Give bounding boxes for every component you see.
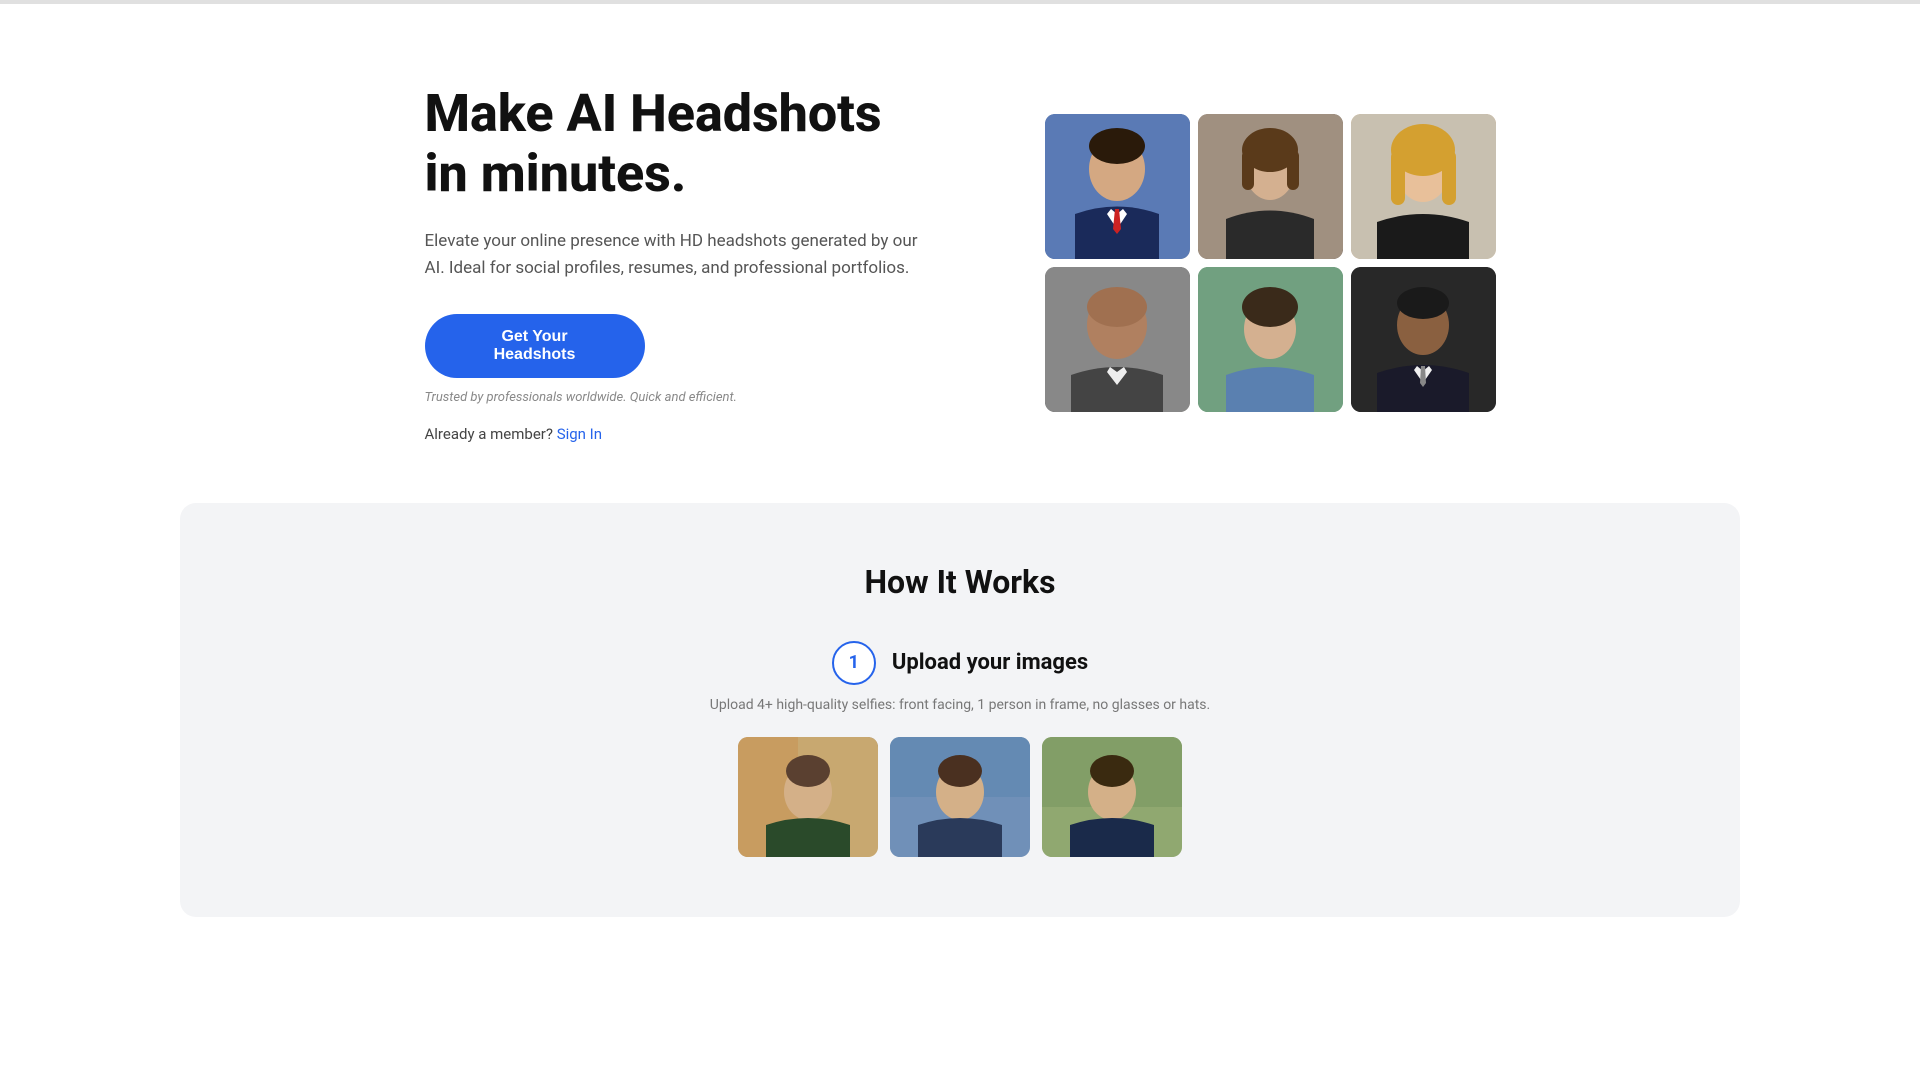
hero-left-content: Make AI Headshots in minutes. Elevate yo… [425,84,925,443]
hero-title: Make AI Headshots in minutes. [425,84,925,204]
sign-in-link[interactable]: Sign In [557,425,602,443]
headshot-image-6 [1351,267,1496,412]
headshot-image-3 [1351,114,1496,259]
step-1-title: Upload your images [892,650,1088,675]
step-1-description: Upload 4+ high-quality selfies: front fa… [710,697,1210,713]
trusted-text: Trusted by professionals worldwide. Quic… [425,390,925,405]
how-it-works-title: How It Works [260,563,1660,601]
how-it-works-section: How It Works 1 Upload your images Upload… [180,503,1740,917]
headshot-image-4 [1045,267,1190,412]
headshot-grid [1045,114,1496,412]
step-1-number: 1 [832,641,876,685]
sample-images-row [738,737,1182,857]
already-member-text: Already a member? [425,425,553,443]
sample-image-3 [1042,737,1182,857]
step-1: 1 Upload your images Upload 4+ high-qual… [260,641,1660,857]
headshot-image-1 [1045,114,1190,259]
step-1-header: 1 Upload your images [832,641,1088,685]
get-headshots-button[interactable]: Get Your Headshots [425,314,645,378]
sample-image-2 [890,737,1030,857]
hero-section: Make AI Headshots in minutes. Elevate yo… [0,4,1920,503]
sign-in-row: Already a member? Sign In [425,425,925,443]
headshot-image-2 [1198,114,1343,259]
hero-description: Elevate your online presence with HD hea… [425,228,925,282]
headshot-image-5 [1198,267,1343,412]
sample-image-1 [738,737,878,857]
